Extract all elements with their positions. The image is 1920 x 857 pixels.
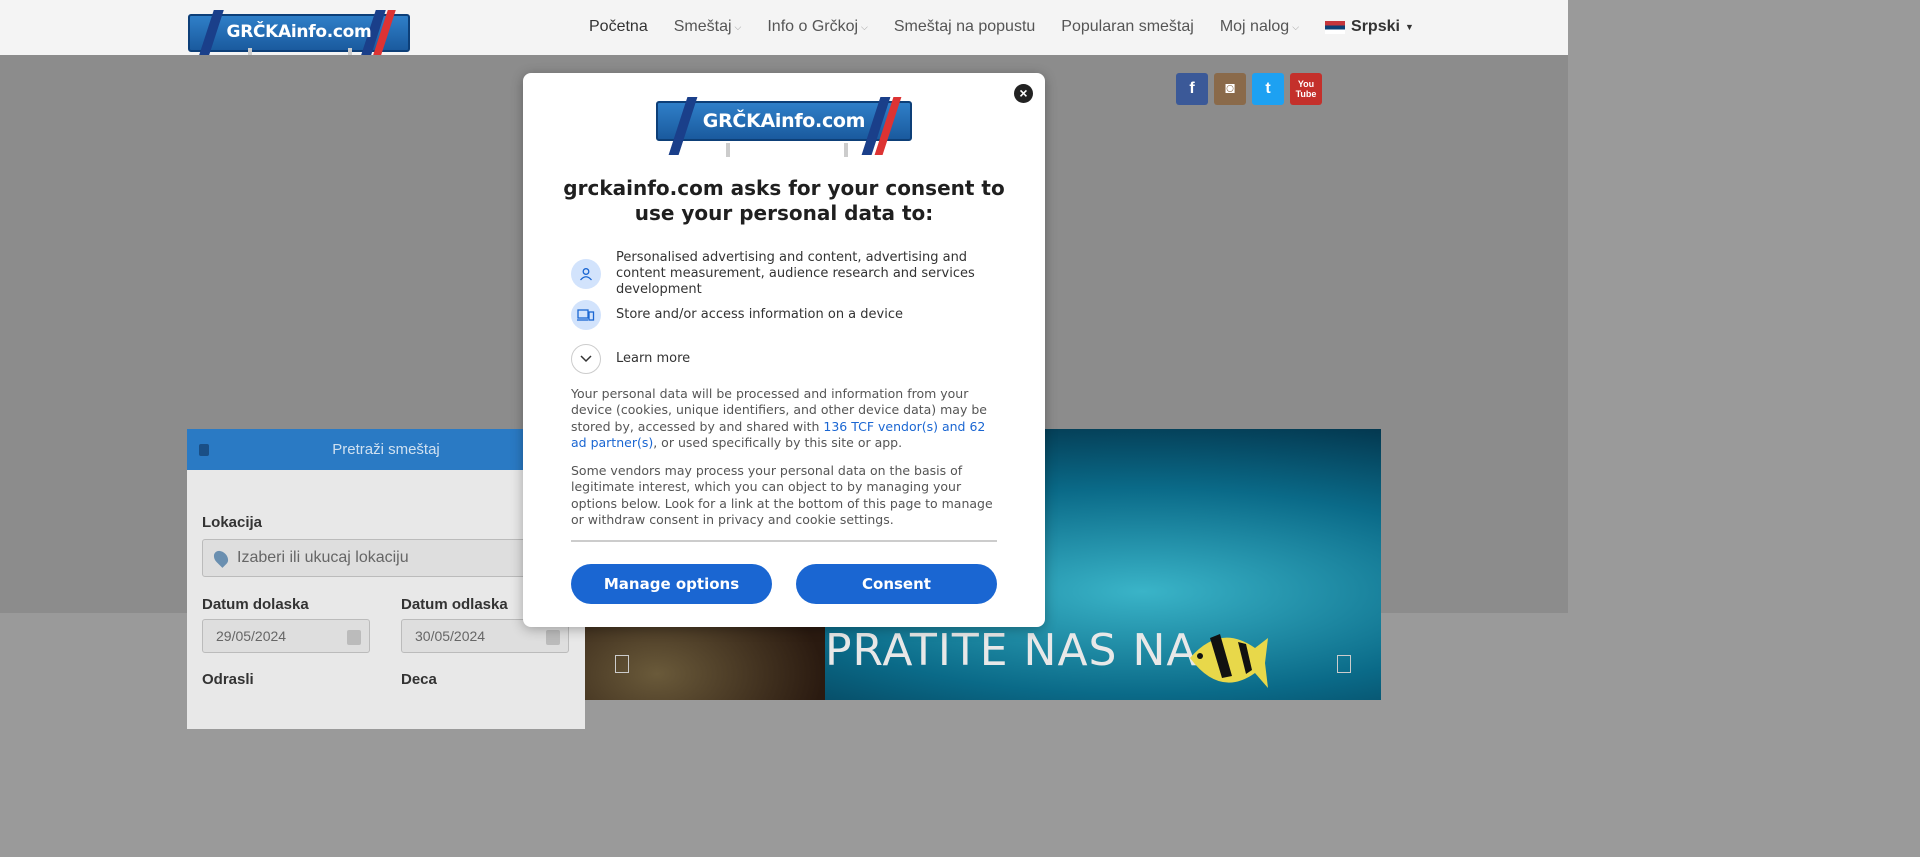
consent-title: grckainfo.com asks for your consent to u… [563,176,1005,225]
learn-more-label: Learn more [616,351,691,366]
learn-more-toggle[interactable]: Learn more [571,344,690,374]
close-icon: × [1019,85,1028,101]
consent-paragraph-1: Your personal data will be processed and… [571,386,987,451]
consent-paragraph-2: Some vendors may process your personal d… [571,463,993,528]
dialog-logo: GRČKAinfo.com [656,97,912,157]
close-button[interactable]: × [1014,84,1033,103]
manage-options-button[interactable]: Manage options [571,564,772,604]
purpose-item-personalised: Personalised advertising and content, ad… [571,250,1001,298]
devices-icon [571,300,601,330]
consent-button[interactable]: Consent [796,564,997,604]
purpose-text: Personalised advertising and content, ad… [616,250,975,297]
chevron-down-icon [571,344,601,374]
purpose-text: Store and/or access information on a dev… [616,307,903,322]
person-icon [571,259,601,289]
purpose-item-storage: Store and/or access information on a dev… [571,300,903,330]
consent-dialog: × GRČKAinfo.com grckainfo.com asks for y… [523,73,1045,627]
divider [571,540,997,542]
dialog-logo-text: GRČKAinfo.com [702,110,866,132]
